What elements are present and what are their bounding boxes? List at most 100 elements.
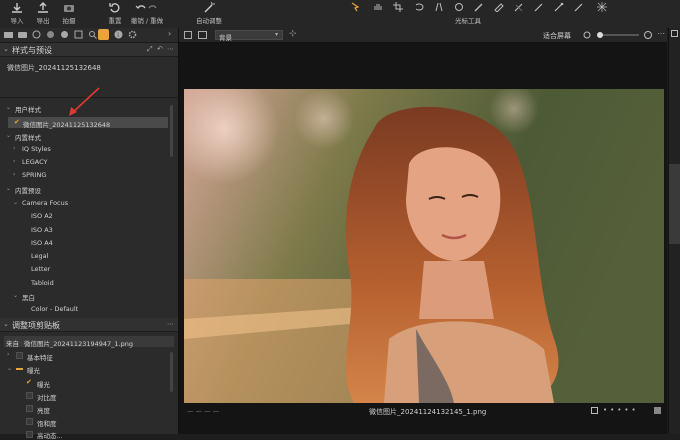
keystone-icon[interactable]	[433, 2, 445, 12]
tree-iso-a4[interactable]: ISO A4	[31, 239, 53, 247]
tree-camera-focus[interactable]: Camera Focus	[22, 199, 68, 207]
color-tag-icon[interactable]	[654, 407, 661, 414]
spot-removal-icon[interactable]	[453, 2, 465, 12]
nav-dashes: — — — —	[187, 407, 220, 415]
tree-user-style-item[interactable]: 微信图片_20241125132648	[23, 119, 110, 129]
collapse-caret-icon[interactable]: ⌄	[3, 45, 9, 53]
tree-legacy[interactable]: LEGACY	[22, 158, 48, 166]
undo-redo-button[interactable]: 撤销 / 重做	[128, 0, 166, 28]
rotate-icon[interactable]	[413, 2, 425, 12]
more-options-icon[interactable]: ⋯	[167, 45, 174, 53]
zoom-slider[interactable]	[597, 32, 639, 38]
crop-icon[interactable]	[393, 2, 405, 12]
metadata-tab-icon[interactable]: i	[114, 30, 123, 39]
clipboard-scrollbar[interactable]	[170, 352, 173, 392]
collapsed-caret-icon[interactable]: ›	[13, 171, 15, 178]
gradient-mask-icon[interactable]	[513, 2, 525, 12]
compare-icon[interactable]	[591, 407, 598, 414]
tree-iso-a2[interactable]: ISO A2	[31, 212, 53, 220]
tree-builtin-presets[interactable]: 内置预设	[15, 185, 41, 195]
expand-icon[interactable]: ⤢	[147, 45, 153, 54]
select-cursor-icon[interactable]	[350, 2, 362, 12]
camera-icon	[64, 5, 74, 12]
checkbox[interactable]	[26, 418, 33, 425]
tree-iq-styles[interactable]: IQ Styles	[22, 145, 51, 153]
more-tabs-icon[interactable]: ›	[168, 29, 171, 38]
clip-contrast: 对比度	[37, 394, 57, 402]
picker-icon[interactable]	[553, 2, 565, 12]
grid-view-icon[interactable]	[184, 31, 192, 39]
thumbnail-strip[interactable]	[669, 164, 680, 244]
tree-scrollbar[interactable]	[170, 105, 173, 157]
tree-builtin-styles[interactable]: 内置样式	[15, 132, 41, 142]
exposure-tab-icon[interactable]	[60, 30, 69, 39]
more-options-icon[interactable]: ⋯	[657, 29, 665, 38]
export-icon	[38, 2, 48, 13]
zoom-icon[interactable]	[644, 31, 652, 39]
tree-user-styles[interactable]: 用户样式	[15, 104, 41, 114]
expanded-caret-icon[interactable]: ⌄	[13, 292, 18, 299]
expanded-caret-icon[interactable]: ⌄	[7, 365, 12, 372]
color-tab-icon[interactable]	[46, 30, 55, 39]
checkbox[interactable]	[26, 405, 33, 412]
expanded-caret-icon[interactable]: ⌄	[13, 199, 18, 206]
collapsed-caret-icon[interactable]: ›	[13, 145, 15, 152]
folder-tab-icon[interactable]	[4, 30, 13, 39]
checkmark-icon[interactable]: ✔	[26, 378, 32, 386]
import-icon	[12, 3, 22, 13]
clipboard-section-title: 调整项剪贴板	[12, 321, 60, 330]
checkbox[interactable]	[16, 352, 23, 359]
tree-bw[interactable]: 黑白	[22, 292, 35, 302]
styles-tab-icon[interactable]	[98, 29, 109, 40]
styles-section-header[interactable]: ⌄ 样式与预设 ⤢ ↶ ⋯	[0, 43, 178, 57]
settings-tab-icon[interactable]	[128, 30, 137, 39]
add-icon[interactable]: ⊹	[289, 29, 297, 39]
eraser-icon[interactable]	[493, 2, 505, 12]
capture-button[interactable]: 拍摄	[56, 0, 82, 28]
lens-tab-icon[interactable]	[32, 30, 41, 39]
browser-toggle-icon[interactable]	[671, 30, 678, 37]
clip-basic: 基本特征	[27, 354, 53, 362]
partial-check-icon[interactable]	[16, 368, 23, 370]
undo-style-icon[interactable]: ↶	[157, 45, 163, 53]
annotate-icon[interactable]	[573, 2, 585, 12]
expanded-caret-icon[interactable]: ⌄	[6, 132, 11, 139]
brush-icon[interactable]	[473, 2, 485, 12]
right-browser-strip	[668, 28, 680, 434]
collapsed-caret-icon[interactable]: ›	[13, 158, 15, 165]
capture-label: 拍摄	[62, 17, 76, 25]
tree-spring[interactable]: SPRING	[22, 171, 46, 179]
import-button[interactable]: 导入	[4, 0, 30, 28]
checkbox[interactable]	[26, 392, 33, 399]
tree-legal[interactable]: Legal	[31, 252, 48, 260]
clipboard-section-header[interactable]: ⌄ 调整项剪贴板 ⋯	[0, 318, 178, 332]
tree-color-default[interactable]: Color - Default	[31, 305, 78, 313]
more-options-icon[interactable]: ⋯	[167, 320, 174, 328]
export-button[interactable]: 导出	[30, 0, 56, 28]
checkbox[interactable]	[26, 431, 33, 438]
reset-button[interactable]: 重置	[102, 0, 128, 28]
import-label: 导入	[10, 17, 24, 25]
tree-letter[interactable]: Letter	[31, 265, 50, 273]
single-view-icon[interactable]	[198, 31, 207, 39]
zoom-icon[interactable]	[583, 31, 592, 40]
pan-hand-icon[interactable]	[372, 2, 384, 12]
tree-tabloid[interactable]: Tabloid	[31, 279, 54, 287]
tree-iso-a3[interactable]: ISO A3	[31, 226, 53, 234]
rating-dots-icon[interactable]: •••••	[603, 406, 639, 414]
auto-adjust-button[interactable]: 自动调整	[193, 0, 225, 28]
reset-label: 重置	[108, 17, 122, 25]
detail-tab-icon[interactable]	[74, 30, 83, 39]
collapse-caret-icon[interactable]: ⌄	[3, 320, 9, 328]
fit-screen-label[interactable]: 适合屏幕	[543, 31, 571, 41]
background-select[interactable]: 背景 ▾	[215, 30, 283, 42]
collapsed-caret-icon[interactable]: ›	[7, 351, 9, 358]
linear-gradient-icon[interactable]	[533, 2, 545, 12]
viewer-status-bar: — — — — 微信图片_20241124132145_1.png •••••	[179, 404, 667, 434]
sparkle-icon[interactable]	[596, 2, 608, 12]
search-tab-icon[interactable]	[88, 30, 97, 39]
zoom-slider-thumb[interactable]	[597, 32, 603, 38]
expanded-caret-icon[interactable]: ⌄	[6, 104, 11, 111]
capture-tab-icon[interactable]	[18, 30, 27, 39]
expanded-caret-icon[interactable]: ⌄	[6, 185, 11, 192]
